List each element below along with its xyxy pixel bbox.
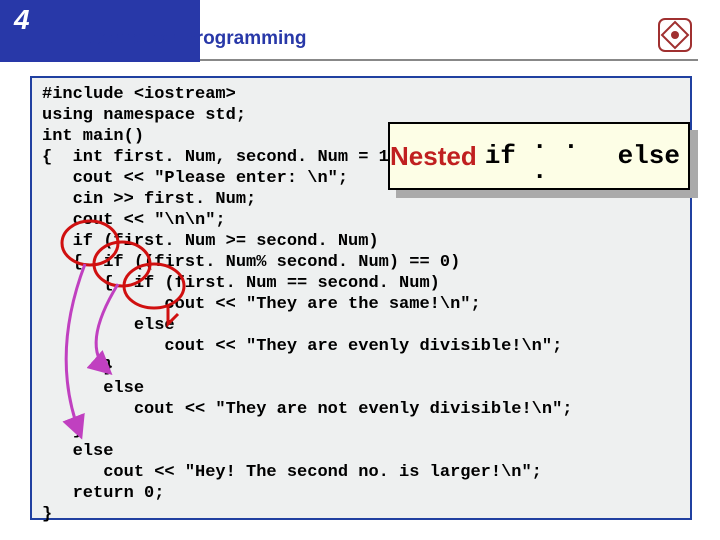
page-number: 4 <box>14 4 30 36</box>
callout-word-nested: Nested <box>390 141 477 172</box>
callout-kw-else: else <box>618 141 680 171</box>
nested-if-callout: Nested if . . . else <box>388 122 690 190</box>
callout-kw-if: if <box>485 141 516 171</box>
university-logo-icon <box>658 18 692 57</box>
slide-title: Computer Programming <box>88 28 307 50</box>
callout-dots: . . . <box>532 126 602 186</box>
